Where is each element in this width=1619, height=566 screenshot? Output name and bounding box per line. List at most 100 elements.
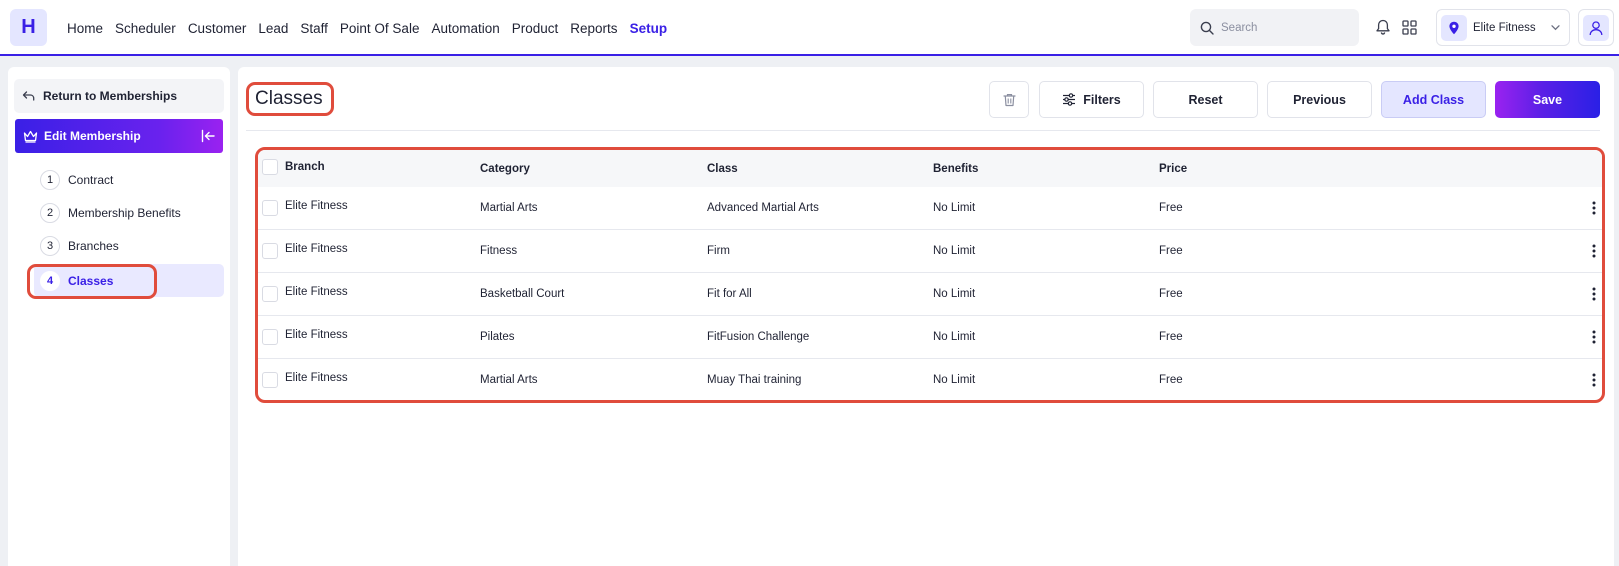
cell-benefits: No Limit <box>933 373 976 386</box>
filters-button[interactable]: Filters <box>1039 81 1144 118</box>
table-row[interactable]: Elite Fitness Martial Arts Advanced Mart… <box>258 187 1602 229</box>
nav-item-customer[interactable]: Customer <box>188 21 247 36</box>
step-number: 1 <box>40 169 60 190</box>
cell-benefits: No Limit <box>933 287 976 300</box>
cell-branch: Elite Fitness <box>285 242 348 255</box>
nav-item-reports[interactable]: Reports <box>570 21 617 36</box>
step-label: Contract <box>68 172 114 187</box>
cell-category: Martial Arts <box>480 373 538 386</box>
app-logo[interactable]: H <box>10 9 47 46</box>
cell-class: Firm <box>707 244 730 257</box>
more-vertical-icon <box>1592 330 1596 343</box>
more-vertical-icon <box>1592 201 1596 215</box>
table-row[interactable]: Elite Fitness Pilates FitFusion Challeng… <box>258 315 1602 358</box>
nav-item-lead[interactable]: Lead <box>258 21 288 36</box>
cell-category: Fitness <box>480 244 518 257</box>
sliders-icon <box>1063 93 1076 106</box>
nav-item-automation[interactable]: Automation <box>431 21 499 36</box>
nav-item-point-of-sale[interactable]: Point Of Sale <box>340 21 420 36</box>
cell-branch: Elite Fitness <box>285 371 348 384</box>
add-class-button[interactable]: Add Class <box>1381 81 1486 118</box>
membership-sidebar: Return to Memberships Edit Membership 1 … <box>8 67 230 566</box>
apps-button[interactable] <box>1399 17 1419 37</box>
step-membership-benefits[interactable]: 2 Membership Benefits <box>34 196 224 229</box>
page-title-highlight: Classes <box>246 82 334 116</box>
classes-table: Branch Category Class Benefits Price Eli… <box>258 150 1602 400</box>
bell-icon <box>1376 19 1390 35</box>
more-vertical-icon <box>1592 373 1596 386</box>
search-box[interactable] <box>1190 9 1359 46</box>
column-header-branch: Branch <box>285 160 325 173</box>
chevron-down-icon <box>1551 25 1560 31</box>
row-actions-button[interactable] <box>1508 373 1602 387</box>
more-vertical-icon <box>1592 244 1596 257</box>
table-row[interactable]: Elite Fitness Martial Arts Muay Thai tra… <box>258 358 1602 400</box>
return-arrow-icon <box>22 91 35 101</box>
top-navigation-bar: H Home Scheduler Customer Lead Staff Poi… <box>0 0 1619 56</box>
step-contract[interactable]: 1 Contract <box>34 163 224 196</box>
column-header-class: Class <box>707 162 738 175</box>
table-row[interactable]: Elite Fitness Fitness Firm No Limit Free <box>258 229 1602 272</box>
row-checkbox[interactable] <box>262 328 278 345</box>
edit-membership-label: Edit Membership <box>44 129 141 143</box>
cell-branch: Elite Fitness <box>285 285 348 298</box>
column-header-category: Category <box>480 162 530 175</box>
cell-class: Muay Thai training <box>707 373 802 386</box>
header-divider <box>246 130 1600 131</box>
crown-icon <box>23 130 38 143</box>
cell-category: Pilates <box>480 330 515 343</box>
step-classes[interactable]: 4 Classes <box>34 264 224 297</box>
notifications-button[interactable] <box>1373 17 1393 37</box>
delete-button[interactable] <box>989 81 1029 118</box>
nav-item-staff[interactable]: Staff <box>300 21 328 36</box>
trash-icon <box>1002 93 1016 106</box>
return-to-memberships-button[interactable]: Return to Memberships <box>14 79 224 113</box>
step-label: Branches <box>68 238 119 253</box>
cell-category: Basketball Court <box>480 287 565 300</box>
step-label: Classes <box>68 273 114 288</box>
user-profile-button[interactable] <box>1578 9 1614 46</box>
search-icon <box>1200 21 1214 35</box>
more-vertical-icon <box>1592 287 1596 300</box>
select-all-checkbox[interactable] <box>262 158 278 175</box>
location-pin-icon <box>1441 14 1467 41</box>
cell-category: Martial Arts <box>480 201 538 214</box>
cell-branch: Elite Fitness <box>285 199 348 212</box>
row-actions-button[interactable] <box>1508 201 1602 215</box>
cell-price: Free <box>1159 287 1183 300</box>
cell-price: Free <box>1159 244 1183 257</box>
row-checkbox[interactable] <box>262 242 278 259</box>
classes-table-highlight: Branch Category Class Benefits Price Eli… <box>255 147 1605 403</box>
column-header-benefits: Benefits <box>933 162 979 175</box>
cell-class: FitFusion Challenge <box>707 330 810 343</box>
cell-price: Free <box>1159 373 1183 386</box>
cell-class: Advanced Martial Arts <box>707 201 819 214</box>
table-row[interactable]: Elite Fitness Basketball Court Fit for A… <box>258 272 1602 315</box>
row-actions-button[interactable] <box>1508 330 1602 344</box>
cell-benefits: No Limit <box>933 201 976 214</box>
step-label: Membership Benefits <box>68 205 181 220</box>
nav-item-setup[interactable]: Setup <box>630 21 668 36</box>
nav-item-scheduler[interactable]: Scheduler <box>115 21 176 36</box>
step-branches[interactable]: 3 Branches <box>34 229 224 262</box>
row-checkbox[interactable] <box>262 285 278 302</box>
search-input[interactable] <box>1221 21 1341 34</box>
step-number: 3 <box>40 235 60 256</box>
row-checkbox[interactable] <box>262 199 278 216</box>
filters-label: Filters <box>1083 92 1121 107</box>
user-icon <box>1583 14 1609 41</box>
nav-item-home[interactable]: Home <box>67 21 103 36</box>
row-checkbox[interactable] <box>262 371 278 388</box>
row-actions-button[interactable] <box>1508 287 1602 301</box>
return-label: Return to Memberships <box>43 89 178 103</box>
save-button[interactable]: Save <box>1495 81 1600 118</box>
grid-icon <box>1401 19 1417 35</box>
edit-membership-header: Edit Membership <box>15 119 223 153</box>
nav-item-product[interactable]: Product <box>512 21 559 36</box>
previous-button[interactable]: Previous <box>1267 81 1372 118</box>
collapse-sidebar-icon[interactable] <box>201 129 215 143</box>
branch-selector[interactable]: Elite Fitness <box>1436 9 1570 46</box>
cell-price: Free <box>1159 330 1183 343</box>
row-actions-button[interactable] <box>1508 244 1602 258</box>
reset-button[interactable]: Reset <box>1153 81 1258 118</box>
